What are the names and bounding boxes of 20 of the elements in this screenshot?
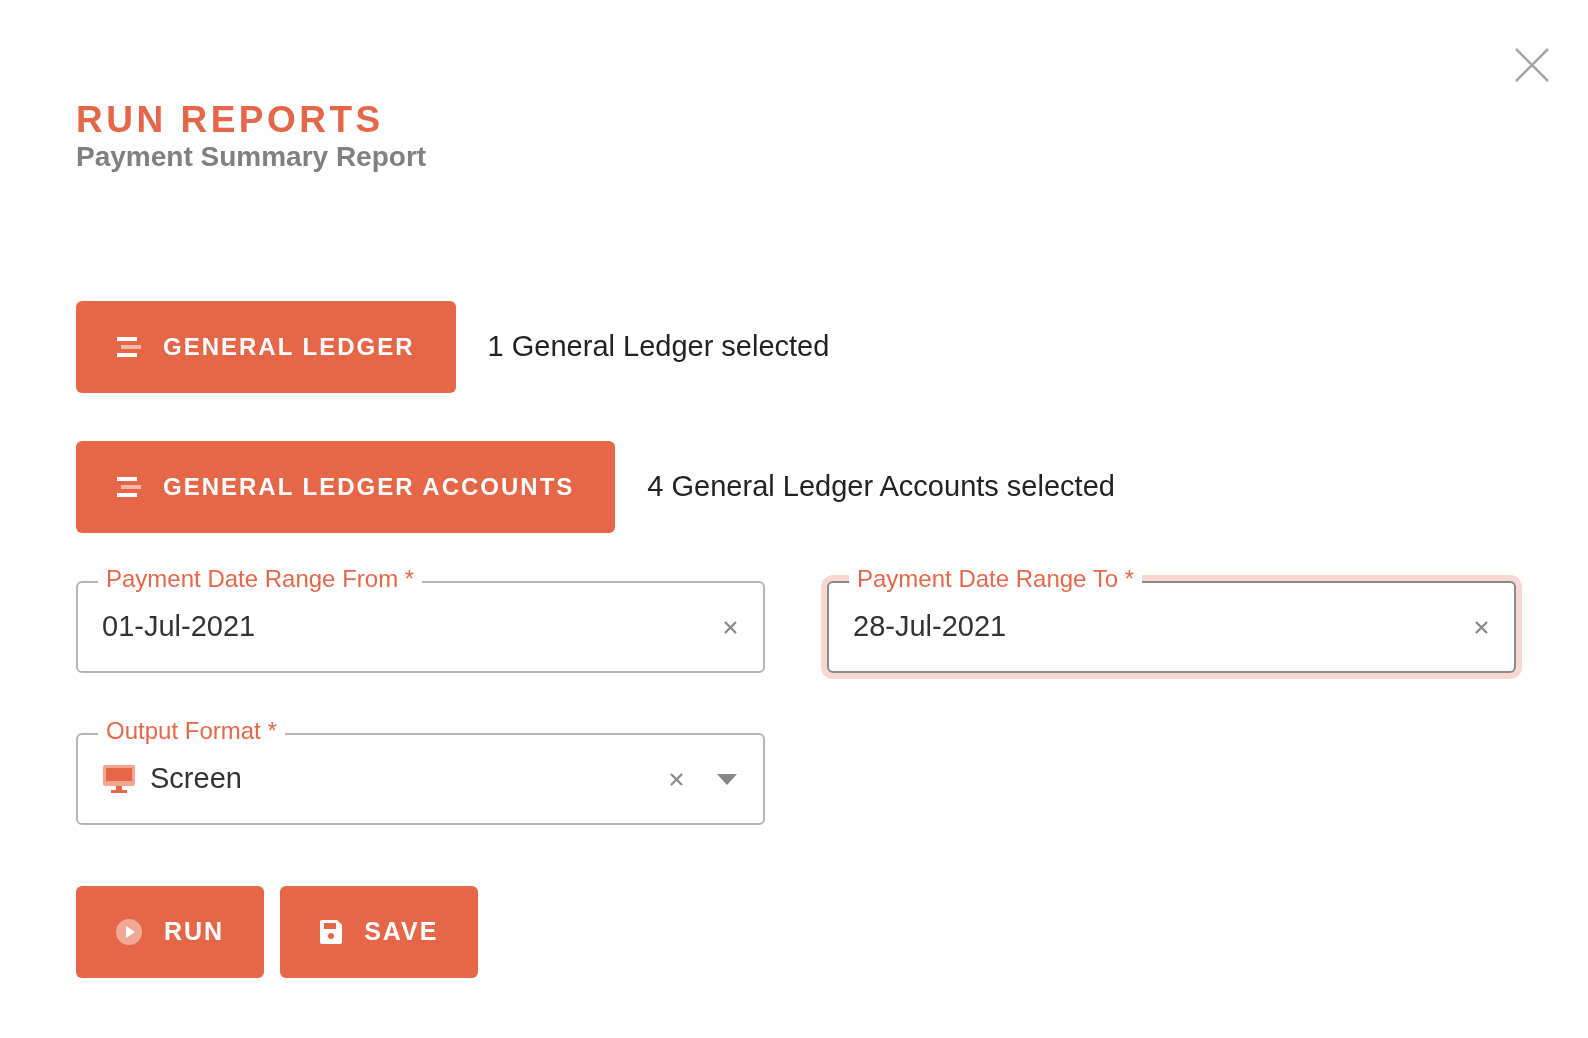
- field-value: 01-Jul-2021: [102, 609, 257, 645]
- selector-button[interactable]: GENERAL LEDGER ACCOUNTS: [76, 441, 616, 533]
- list-icon: [117, 477, 141, 497]
- list-icon: [117, 337, 141, 357]
- monitor-icon: [102, 764, 136, 794]
- play-icon: [116, 919, 142, 945]
- run-button[interactable]: RUN: [76, 886, 265, 978]
- dropdown-caret-icon[interactable]: [717, 773, 737, 785]
- field-value: Screen: [150, 761, 243, 797]
- report-name: Payment Summary Report: [76, 141, 428, 173]
- clear-icon[interactable]: [1475, 620, 1488, 634]
- close-icon[interactable]: [1514, 47, 1550, 83]
- save-button[interactable]: SAVE: [280, 886, 479, 978]
- field-value: 28-Jul-2021: [853, 609, 1008, 645]
- clear-icon[interactable]: [670, 772, 683, 786]
- dialog-title: RUN REPORTS: [76, 100, 385, 140]
- selection-status: 1 General Ledger selected: [487, 329, 830, 365]
- clear-icon[interactable]: [724, 620, 737, 634]
- selection-status: 4 General Ledger Accounts selected: [647, 469, 1115, 505]
- selector-button[interactable]: GENERAL LEDGER: [76, 301, 456, 393]
